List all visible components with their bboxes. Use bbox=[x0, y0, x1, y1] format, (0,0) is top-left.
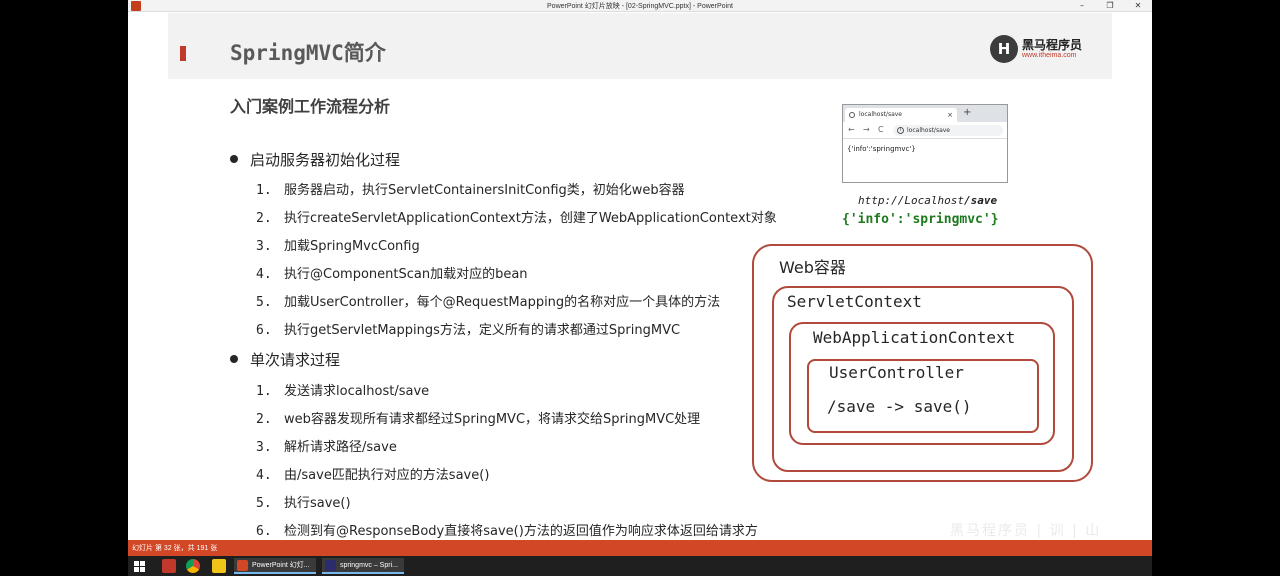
bullet-icon bbox=[230, 355, 238, 363]
chrome-icon[interactable] bbox=[186, 559, 200, 573]
section-heading-startup: 启动服务器初始化过程 bbox=[230, 149, 400, 170]
list-item: 1. 服务器启动，执行ServletContainersInitConfig类，初… bbox=[256, 183, 685, 198]
list-item: 5. 执行save() bbox=[256, 496, 351, 511]
webapp-context-label: WebApplicationContext bbox=[813, 328, 1016, 347]
address-bar: i localhost/save bbox=[893, 125, 1003, 136]
status-bar: 幻灯片 第 32 张，共 191 张 bbox=[128, 540, 1152, 556]
powerpoint-window: PowerPoint 幻灯片放映 - [02-SpringMVC.pptx] -… bbox=[128, 0, 1152, 556]
close-icon: × bbox=[947, 111, 953, 119]
browser-tab-bar: localhost/save × + bbox=[843, 105, 1007, 122]
bullet-icon bbox=[230, 155, 238, 163]
desktop: PowerPoint 幻灯片放映 - [02-SpringMVC.pptx] -… bbox=[0, 0, 1280, 576]
list-item: 2. web容器发现所有请求都经过SpringMVC，将请求交给SpringMVC… bbox=[256, 412, 701, 427]
itheima-logo: H 黑马程序员 www.itheima.com bbox=[990, 35, 1090, 63]
web-container-label: Web容器 bbox=[779, 258, 846, 277]
browser-tab: localhost/save × bbox=[845, 108, 957, 122]
user-controller-label: UserController bbox=[829, 363, 964, 382]
list-item: 4. 执行@ComponentScan加载对应的bean bbox=[256, 267, 528, 282]
logo-url: www.itheima.com bbox=[1022, 52, 1077, 59]
list-item: 1. 发送请求localhost/save bbox=[256, 384, 430, 399]
list-item: 4. 由/save匹配执行对应的方法save() bbox=[256, 468, 490, 483]
slide[interactable]: SpringMVC简介 H 黑马程序员 www.itheima.com 入门案例… bbox=[168, 13, 1112, 540]
restore-button[interactable]: ❐ bbox=[1096, 0, 1124, 12]
window-title: PowerPoint 幻灯片放映 - [02-SpringMVC.pptx] -… bbox=[547, 3, 733, 10]
app-icon[interactable] bbox=[162, 559, 176, 573]
browser-nav-bar: ← → C i localhost/save bbox=[843, 122, 1007, 139]
logo-mark-icon: H bbox=[990, 35, 1018, 63]
powerpoint-icon bbox=[237, 560, 248, 571]
list-item: 6. 检测到有@ResponseBody直接将save()方法的返回值作为响应求体… bbox=[256, 524, 758, 539]
taskbar-app-intellij[interactable]: springmvc – Spri... bbox=[322, 558, 404, 574]
slide-subtitle: 入门案例工作流程分析 bbox=[230, 97, 391, 116]
minimize-button[interactable]: – bbox=[1068, 0, 1096, 12]
response-json-caption: {'info':'springmvc'} bbox=[842, 212, 999, 227]
forward-icon: → bbox=[863, 125, 870, 134]
slide-title: SpringMVC简介 bbox=[230, 41, 386, 65]
list-item: 6. 执行getServletMappings方法，定义所有的请求都通过Sprin… bbox=[256, 323, 681, 338]
browser-screenshot: localhost/save × + ← → C i localhost/sav… bbox=[842, 104, 1008, 183]
info-icon: i bbox=[897, 127, 904, 134]
list-item: 3. 解析请求路径/save bbox=[256, 440, 397, 455]
logo-name: 黑马程序员 bbox=[1022, 38, 1083, 52]
title-accent-bar bbox=[180, 46, 186, 61]
reload-icon: C bbox=[878, 125, 884, 134]
list-item: 2. 执行createServletApplicationContext方法，创建… bbox=[256, 211, 777, 226]
video-watermark: 黑马程序员 | 训 | 山 bbox=[950, 523, 1102, 539]
section-heading-request: 单次请求过程 bbox=[230, 349, 340, 370]
save-mapping-label: /save -> save() bbox=[827, 397, 972, 416]
file-explorer-icon[interactable] bbox=[212, 559, 226, 573]
taskbar-app-powerpoint[interactable]: PowerPoint 幻灯... bbox=[234, 558, 316, 574]
intellij-icon bbox=[325, 560, 336, 571]
new-tab-icon: + bbox=[963, 107, 972, 118]
title-bar: PowerPoint 幻灯片放映 - [02-SpringMVC.pptx] -… bbox=[128, 0, 1152, 12]
browser-response-body: {'info':'springmvc'} bbox=[847, 145, 916, 153]
globe-icon bbox=[849, 112, 855, 118]
servlet-context-label: ServletContext bbox=[787, 292, 922, 311]
request-url-caption: http://Localhost/save bbox=[858, 194, 998, 207]
windows-start-button[interactable] bbox=[132, 558, 148, 574]
list-item: 3. 加载SpringMvcConfig bbox=[256, 239, 420, 254]
close-button[interactable]: ✕ bbox=[1124, 0, 1152, 12]
slide-counter: 幻灯片 第 32 张，共 191 张 bbox=[132, 545, 218, 552]
taskbar: PowerPoint 幻灯... springmvc – Spri... bbox=[128, 556, 1152, 576]
list-item: 5. 加载UserController，每个@RequestMapping的名称对… bbox=[256, 295, 721, 310]
back-icon: ← bbox=[848, 125, 855, 134]
